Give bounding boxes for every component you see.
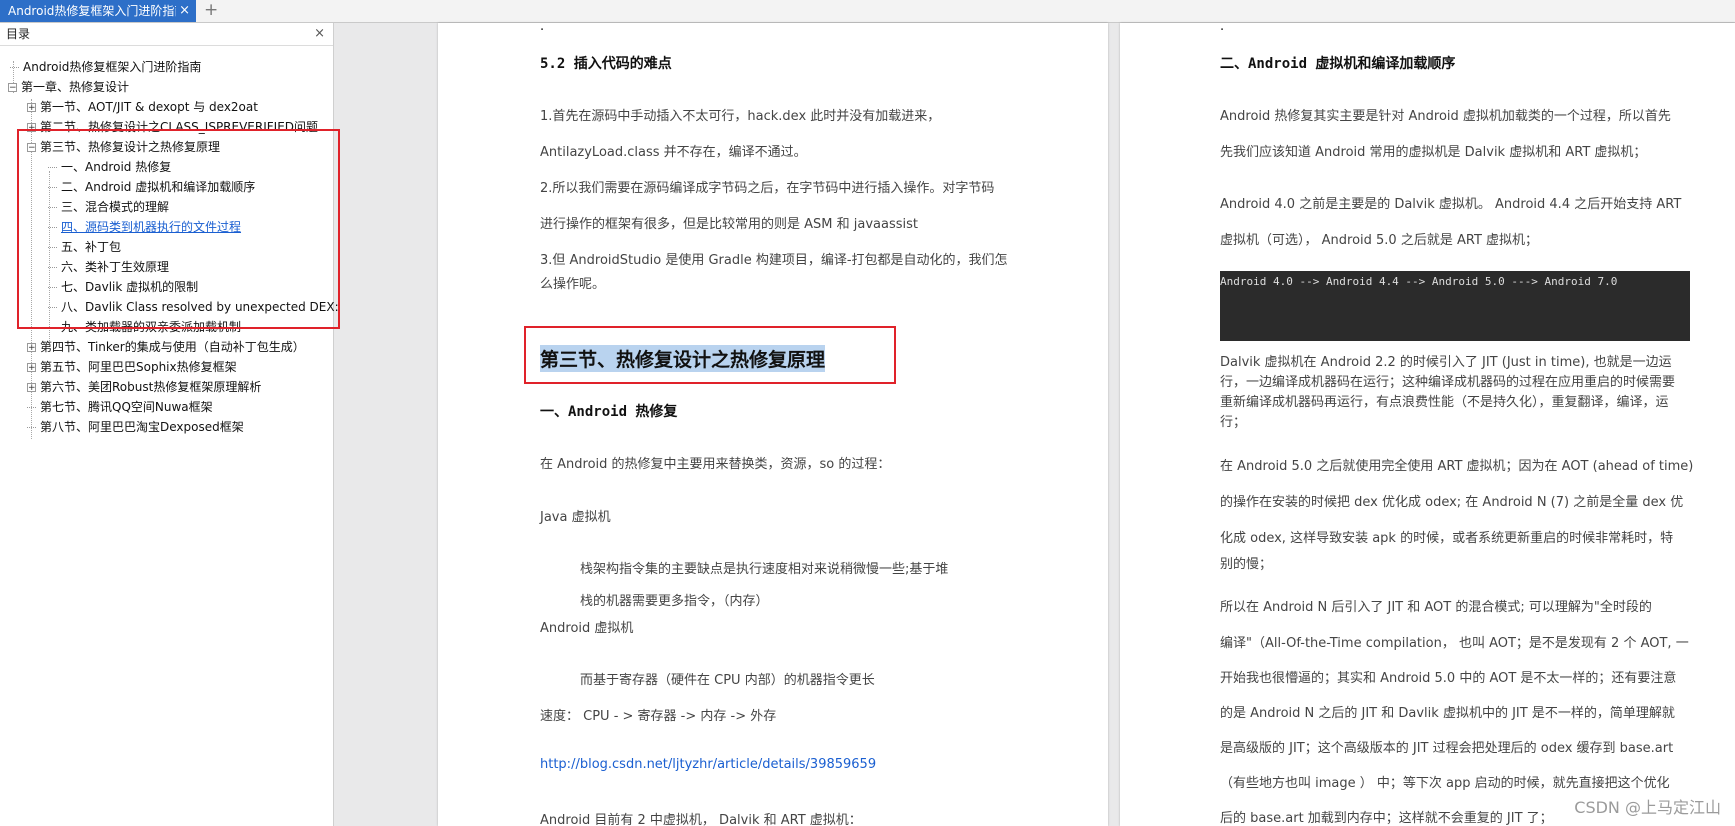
paragraph-line: 先我们应该知道 Android 常用的虚拟机是 Dalvik 虚拟机和 ART … bbox=[1220, 145, 1647, 160]
document-page-left: · 5.2 插入代码的难点 1.首先在源码中手动插入不太可行，hack.dex … bbox=[438, 23, 1108, 826]
sidebar-title: 目录 bbox=[6, 27, 31, 41]
close-tab-icon[interactable]: × bbox=[179, 0, 190, 22]
paragraph-line: 开始我也很懵逼的；其实和 Android 5.0 中的 AOT 是不太一样的；还… bbox=[1220, 671, 1677, 686]
paragraph-line: 在 Android 的热修复中主要用来替换类，资源，so 的过程： bbox=[540, 457, 891, 472]
toc-item-section6[interactable]: + 第六节、美团Robust热修复框架原理解析 bbox=[27, 377, 261, 397]
paragraph-line: 后的 base.art 加载到内存中；这样就不会重复的 JIT 了； bbox=[1220, 811, 1553, 826]
close-sidebar-icon[interactable]: × bbox=[314, 23, 325, 45]
section-title: 第三节、热修复设计之热修复原理 bbox=[540, 345, 826, 372]
sidebar-header: 目录 × bbox=[0, 23, 333, 46]
collapse-icon[interactable]: − bbox=[8, 83, 17, 93]
expand-icon[interactable]: + bbox=[27, 383, 36, 393]
heading-5-2: 5.2 插入代码的难点 bbox=[540, 56, 672, 72]
paragraph-line: 的操作在安装的时候把 dex 优化成 odex; 在 Android N (7)… bbox=[1220, 495, 1684, 510]
paragraph-line: 重新编译成机器码再运行，有点浪费性能（不是持久化），重复翻译，编译，运 bbox=[1220, 395, 1669, 410]
toc-item-section8[interactable]: 第八节、阿里巴巴淘宝Dexposed框架 bbox=[27, 417, 244, 437]
code-block: Android 4.0 --> Android 4.4 --> Android … bbox=[1220, 271, 1690, 341]
quote-line: 而基于寄存器（硬件在 CPU 内部）的机器指令更长 bbox=[580, 673, 875, 688]
toc-item-section1[interactable]: + 第一节、AOT/JIT & dexopt 与 dex2oat bbox=[27, 97, 258, 117]
heading-android-hotfix: 一、Android 热修复 bbox=[540, 404, 678, 420]
reference-link[interactable]: http://blog.csdn.net/ljtyzhr/article/det… bbox=[540, 757, 876, 772]
tab-title: Android热修复框架入门进阶指南 bbox=[8, 4, 176, 18]
paragraph-line: 速度： CPU - > 寄存器 -> 内存 -> 外存 bbox=[540, 709, 777, 724]
tree-connector bbox=[10, 67, 19, 68]
paragraph-line: 3.但 AndroidStudio 是使用 Gradle 构建项目，编译-打包都… bbox=[540, 253, 1008, 268]
paragraph-line: Android 热修复其实主要是针对 Android 虚拟机加载类的一个过程，所… bbox=[1220, 109, 1671, 124]
paragraph-line: 在 Android 5.0 之后就使用完全使用 ART 虚拟机；因为在 AOT … bbox=[1220, 459, 1694, 474]
toc-item-section7[interactable]: 第七节、腾讯QQ空间Nuwa框架 bbox=[27, 397, 213, 417]
tab-document[interactable]: Android热修复框架入门进阶指南 × bbox=[0, 0, 196, 22]
toc-item-book[interactable]: Android热修复框架入门进阶指南 bbox=[10, 57, 201, 77]
paragraph-line: Java 虚拟机 bbox=[540, 510, 611, 525]
sidebar-highlight-box bbox=[17, 129, 340, 329]
page-marker: · bbox=[1220, 23, 1225, 38]
paragraph-line: 所以在 Android N 后引入了 JIT 和 AOT 的混合模式; 可以理解… bbox=[1220, 600, 1652, 615]
paragraph-line: 2.所以我们需要在源码编译成字节码之后，在字节码中进行插入操作。对字节码 bbox=[540, 181, 995, 196]
heading-vm-load-order: 二、Android 虚拟机和编译加载顺序 bbox=[1220, 56, 1456, 72]
paragraph-line: （有些地方也叫 image ） 中；等下次 app 启动的时候，就先直接把这个优… bbox=[1220, 776, 1670, 791]
document-page-right: · 二、Android 虚拟机和编译加载顺序 Android 热修复其实主要是针… bbox=[1120, 23, 1735, 826]
quote-line: 栈架构指令集的主要缺点是执行速度相对来说稍微慢一些;基于堆 bbox=[580, 562, 949, 577]
tab-bar: Android热修复框架入门进阶指南 × + bbox=[0, 0, 1735, 23]
expand-icon[interactable]: + bbox=[27, 363, 36, 373]
add-tab-icon[interactable]: + bbox=[204, 0, 218, 22]
toc-item-chapter1[interactable]: − 第一章、热修复设计 bbox=[8, 77, 129, 97]
paragraph-line: Android 虚拟机 bbox=[540, 621, 634, 636]
paragraph-line: 1.首先在源码中手动插入不太可行，hack.dex 此时并没有加载进来， bbox=[540, 109, 941, 124]
paragraph-line: 进行操作的框架有很多，但是比较常用的则是 ASM 和 javaassist bbox=[540, 217, 918, 232]
toc-item-section5[interactable]: + 第五节、阿里巴巴Sophix热修复框架 bbox=[27, 357, 237, 377]
quote-line: 栈的机器需要更多指令，（内存） bbox=[580, 594, 769, 609]
paragraph-line: Dalvik 虚拟机在 Android 2.2 的时候引入了 JIT (Just… bbox=[1220, 355, 1672, 370]
paragraph-line: 么操作呢。 bbox=[540, 277, 606, 292]
expand-icon[interactable]: + bbox=[27, 343, 36, 353]
expand-icon[interactable]: + bbox=[27, 103, 36, 113]
paragraph-line: 编译"（All-Of-the-Time compilation， 也叫 AOT；… bbox=[1220, 636, 1689, 651]
page-marker: · bbox=[540, 23, 545, 38]
paragraph-line: Android 4.0 之前是主要是的 Dalvik 虚拟机。 Android … bbox=[1220, 197, 1682, 212]
paragraph-line: 的是 Android N 之后的 JIT 和 Davlik 虚拟机中的 JIT … bbox=[1220, 706, 1675, 721]
csdn-watermark: CSDN @上马定江山 bbox=[1574, 798, 1721, 817]
paragraph-line: Android 目前有 2 中虚拟机， Dalvik 和 ART 虚拟机： bbox=[540, 813, 862, 826]
code-line: Android 4.0 --> Android 4.4 --> Android … bbox=[1220, 275, 1618, 288]
paragraph-line: 虚拟机（可选）， Android 5.0 之后就是 ART 虚拟机； bbox=[1220, 233, 1539, 248]
paragraph-line: 行； bbox=[1220, 415, 1247, 430]
paragraph-line: 行，一边编译成机器码在运行；这种编译成机器码的过程在应用重启的时候需要 bbox=[1220, 375, 1676, 390]
paragraph-line: 化成 odex, 这样导致安装 apk 的时候，或者系统更新重启的时候非常耗时，… bbox=[1220, 531, 1674, 546]
paragraph-line: 是高级版的 JIT；这个高级版本的 JIT 过程会把处理后的 odex 缓存到 … bbox=[1220, 741, 1674, 756]
paragraph-line: 别的慢； bbox=[1220, 557, 1273, 572]
toc-item-section4[interactable]: + 第四节、Tinker的集成与使用（自动补丁包生成） bbox=[27, 337, 305, 357]
toc-sidebar: 目录 × Android热修复框架入门进阶指南 − 第一章、热修复设计 + 第一节、… bbox=[0, 23, 340, 826]
paragraph-line: AntilazyLoad.class 并不存在，编译不通过。 bbox=[540, 145, 807, 160]
